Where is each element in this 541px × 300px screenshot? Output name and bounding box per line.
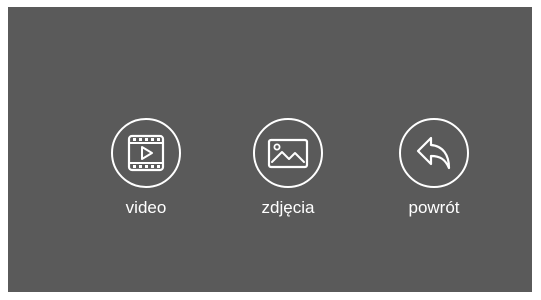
back-label: powrót [408, 198, 460, 217]
photos-button-circle[interactable] [253, 118, 323, 188]
photos-label: zdjęcia [261, 198, 315, 217]
menu-screen: video zdjęcia powrót [8, 7, 532, 292]
back-arrow-icon [416, 136, 451, 170]
photos-button[interactable]: zdjęcia [228, 118, 348, 218]
video-button[interactable]: video [86, 118, 206, 218]
video-label: video [125, 198, 167, 217]
photo-icon [267, 138, 309, 169]
back-button-circle[interactable] [399, 118, 469, 188]
video-button-circle[interactable] [111, 118, 181, 188]
video-icon [127, 134, 165, 172]
back-button[interactable]: powrót [374, 118, 494, 218]
